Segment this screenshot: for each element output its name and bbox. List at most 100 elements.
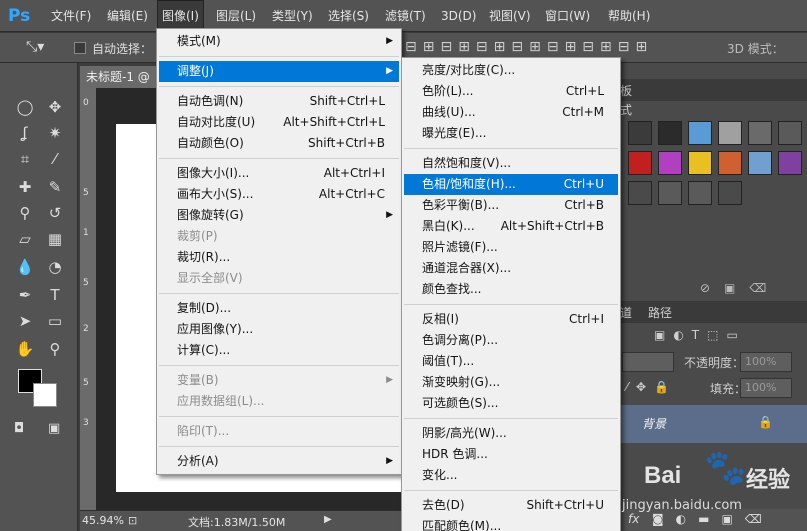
brush-icon[interactable]: ✎: [42, 175, 68, 199]
style-swatch[interactable]: [658, 181, 682, 205]
adjust-menu-item-色相-饱和度[interactable]: 色相/饱和度(H)... Ctrl+U: [404, 174, 618, 195]
adjust-menu-item-颜色查找[interactable]: 颜色查找...: [404, 279, 618, 300]
quick-mask-icon[interactable]: ◘: [14, 421, 24, 436]
menu-help[interactable]: 帮助(H): [604, 0, 654, 32]
adjust-menu-item-色阶[interactable]: 色阶(L)... Ctrl+L: [404, 81, 618, 102]
style-swatch[interactable]: [718, 121, 742, 145]
document-tab[interactable]: 未标题-1 @: [80, 66, 158, 88]
clone-stamp-icon[interactable]: ⚲: [12, 201, 38, 225]
zoom-level[interactable]: 45.94%: [82, 514, 124, 527]
lock-icons[interactable]: ⁄✥🔒: [626, 380, 677, 394]
layer-filter-icons[interactable]: ▣◐T⬚▭: [654, 328, 746, 342]
eraser-icon[interactable]: ▱: [12, 227, 38, 251]
adjust-menu-item-匹配颜色[interactable]: 匹配颜色(M)...: [404, 516, 618, 531]
auto-select-checkbox[interactable]: [74, 42, 86, 54]
style-swatch[interactable]: [718, 151, 742, 175]
image-menu-item-图像旋转[interactable]: 图像旋转(G) ▶: [159, 205, 399, 226]
style-swatch[interactable]: [748, 151, 772, 175]
zoom-icon[interactable]: ⚲: [42, 337, 68, 361]
marquee-icon[interactable]: ◯: [12, 95, 38, 119]
vertical-ruler: 0 5 1 5 2 5 3: [80, 88, 96, 511]
crop-icon[interactable]: ⌗: [12, 147, 38, 171]
status-menu-arrow-icon[interactable]: ▶: [324, 514, 332, 525]
image-menu-item-调整[interactable]: 调整(J) ▶: [159, 61, 399, 82]
background-color-swatch[interactable]: [33, 383, 57, 407]
image-menu-item-应用图像[interactable]: 应用图像(Y)...: [159, 319, 399, 340]
image-menu-item-计算[interactable]: 计算(C)...: [159, 340, 399, 361]
adjust-menu-item-阴影-高光[interactable]: 阴影/高光(W)...: [404, 423, 618, 444]
adjust-menu-item-反相[interactable]: 反相(I) Ctrl+I: [404, 309, 618, 330]
image-menu-item-复制[interactable]: 复制(D)...: [159, 298, 399, 319]
styles-panel-tabs: 板: [620, 79, 807, 101]
fill-input[interactable]: 100%: [740, 378, 792, 398]
adjust-menu-item-可选颜色[interactable]: 可选颜色(S)...: [404, 393, 618, 414]
pen-icon[interactable]: ✒: [12, 283, 38, 307]
menu-file[interactable]: 文件(F): [47, 0, 95, 32]
image-menu-item-自动色调[interactable]: 自动色调(N) Shift+Ctrl+L: [159, 91, 399, 112]
menu-view[interactable]: 视图(V): [485, 0, 535, 32]
style-swatch[interactable]: [688, 181, 712, 205]
hand-icon[interactable]: ✋: [12, 337, 38, 361]
adjust-menu-item-去色[interactable]: 去色(D) Shift+Ctrl+U: [404, 495, 618, 516]
style-swatch[interactable]: [748, 121, 772, 145]
style-swatch[interactable]: [718, 181, 742, 205]
adjust-menu-item-亮度-对比度[interactable]: 亮度/对比度(C)...: [404, 60, 618, 81]
move-tool-preset-icon[interactable]: ⤡▾: [26, 39, 44, 55]
layer-row-background[interactable]: 背景 🔒: [620, 405, 807, 443]
adjust-menu-item-照片滤镜[interactable]: 照片滤镜(F)...: [404, 237, 618, 258]
adjust-menu-item-黑白[interactable]: 黑白(K)... Alt+Shift+Ctrl+B: [404, 216, 618, 237]
style-swatch[interactable]: [628, 151, 652, 175]
tab-paths[interactable]: 路径: [648, 304, 672, 321]
menu-window[interactable]: 窗口(W): [541, 0, 594, 32]
image-menu-item-模式[interactable]: 模式(M) ▶: [159, 31, 399, 52]
adjust-menu-item-渐变映射[interactable]: 渐变映射(G)...: [404, 372, 618, 393]
image-menu-item-自动对比度[interactable]: 自动对比度(U) Alt+Shift+Ctrl+L: [159, 112, 399, 133]
styles-panel-footer-icons[interactable]: ⊘▣⌫: [700, 281, 780, 295]
rectangle-icon[interactable]: ▭: [42, 309, 68, 333]
path-selection-icon[interactable]: ➤: [12, 309, 38, 333]
adjust-menu-item-色彩平衡[interactable]: 色彩平衡(B)... Ctrl+B: [404, 195, 618, 216]
adjust-menu-item-色调分离[interactable]: 色调分离(P)...: [404, 330, 618, 351]
magic-wand-icon[interactable]: ✷: [42, 121, 68, 145]
adjust-menu-item-通道混合器[interactable]: 通道混合器(X)...: [404, 258, 618, 279]
style-swatch[interactable]: [778, 151, 802, 175]
dodge-icon[interactable]: ◔: [42, 255, 68, 279]
opacity-input[interactable]: 100%: [740, 352, 792, 372]
style-swatch[interactable]: [688, 121, 712, 145]
style-swatch[interactable]: [778, 121, 802, 145]
lasso-icon[interactable]: ʆ: [12, 121, 38, 145]
menu-3d[interactable]: 3D(D): [437, 0, 480, 32]
adjust-menu-item-变化[interactable]: 变化...: [404, 465, 618, 486]
status-info-icon[interactable]: ⊡: [128, 514, 137, 527]
image-menu-item-画布大小[interactable]: 画布大小(S)... Alt+Ctrl+C: [159, 184, 399, 205]
style-swatch[interactable]: [688, 151, 712, 175]
image-menu-item-图像大小[interactable]: 图像大小(I)... Alt+Ctrl+I: [159, 163, 399, 184]
image-menu-item-分析[interactable]: 分析(A) ▶: [159, 451, 399, 472]
tab-channels[interactable]: 道: [620, 304, 632, 321]
image-menu-item-裁切[interactable]: 裁切(R)...: [159, 247, 399, 268]
adjust-menu-item-HDR-色调[interactable]: HDR 色调...: [404, 444, 618, 465]
menu-item-label: 显示全部(V): [177, 271, 243, 285]
blur-icon[interactable]: 💧: [12, 255, 38, 279]
style-swatch[interactable]: [628, 121, 652, 145]
type-icon[interactable]: T: [42, 283, 68, 307]
style-swatch[interactable]: [628, 181, 652, 205]
history-brush-icon[interactable]: ↺: [42, 201, 68, 225]
adjust-menu-item-自然饱和度[interactable]: 自然饱和度(V)...: [404, 153, 618, 174]
screen-mode-icon[interactable]: ▣: [48, 421, 60, 436]
tab-styles[interactable]: 式: [620, 101, 632, 118]
adjust-menu-item-曲线[interactable]: 曲线(U)... Ctrl+M: [404, 102, 618, 123]
move-icon[interactable]: ✥: [42, 95, 68, 119]
healing-brush-icon[interactable]: ✚: [12, 175, 38, 199]
tab-swatches[interactable]: 板: [620, 82, 632, 99]
image-menu-item-自动颜色[interactable]: 自动颜色(O) Shift+Ctrl+B: [159, 133, 399, 154]
adjust-menu-item-曝光度[interactable]: 曝光度(E)...: [404, 123, 618, 144]
blend-mode-select[interactable]: [622, 352, 674, 372]
gradient-icon[interactable]: ▦: [42, 227, 68, 251]
menu-edit[interactable]: 编辑(E): [103, 0, 152, 32]
style-swatch[interactable]: [658, 121, 682, 145]
align-distribute-icons[interactable]: ⊟⊞⊟⊞⊟⊞⊟⊞⊟⊞⊟⊞⊟⊞: [405, 39, 653, 55]
adjust-menu-item-阈值[interactable]: 阈值(T)...: [404, 351, 618, 372]
style-swatch[interactable]: [658, 151, 682, 175]
eyedropper-icon[interactable]: ⁄: [42, 147, 68, 171]
